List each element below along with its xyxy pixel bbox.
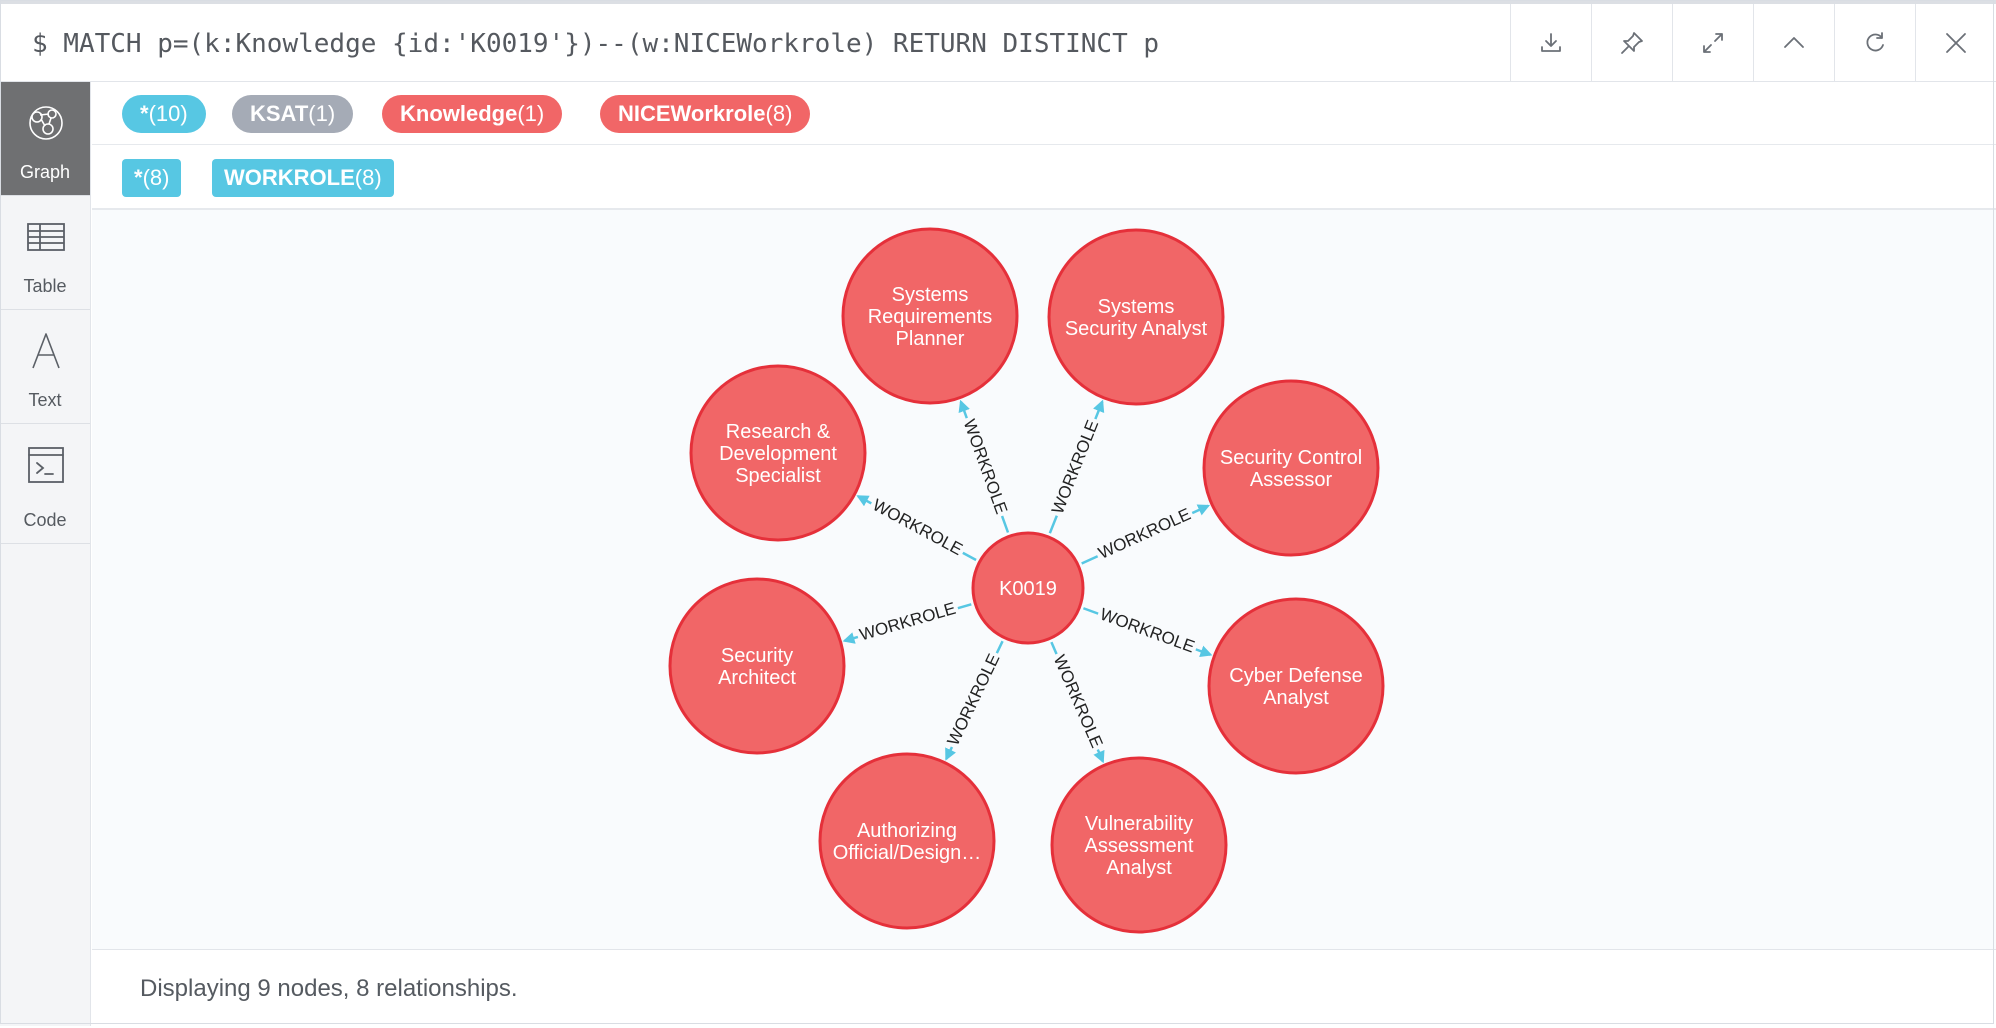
frame-border: [0, 0, 1994, 1024]
